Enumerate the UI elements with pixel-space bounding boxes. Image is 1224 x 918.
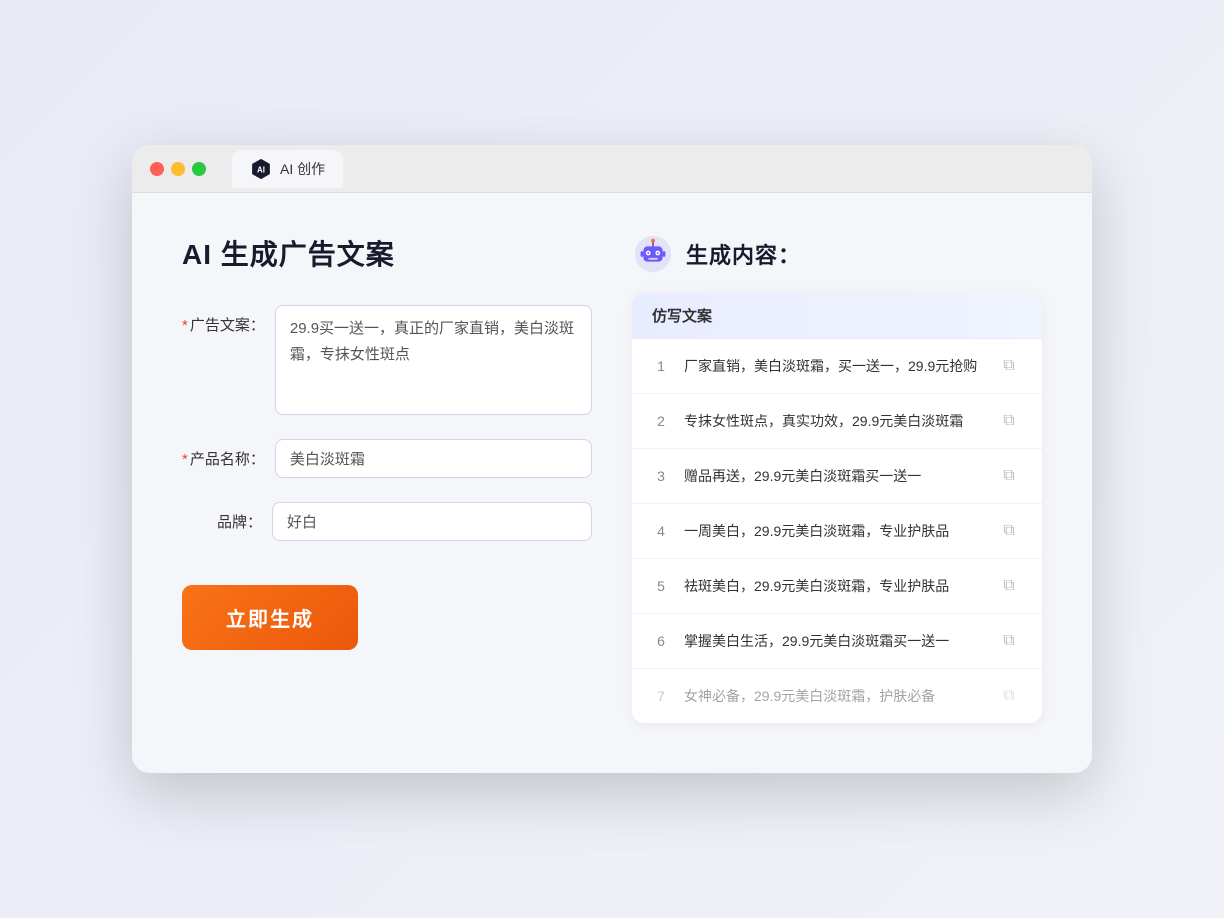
close-button[interactable] bbox=[150, 162, 164, 176]
right-panel: 生成内容： 仿写文案 1 厂家直销，美白淡斑霜，买一送一，29.9元抢购 ⧉ 2… bbox=[632, 233, 1042, 723]
ad-copy-input[interactable] bbox=[275, 305, 592, 415]
robot-icon bbox=[632, 233, 674, 275]
browser-titlebar: AI AI 创作 bbox=[132, 145, 1092, 193]
browser-window: AI AI 创作 AI 生成广告文案 *广告文案： *产品名称： bbox=[132, 145, 1092, 773]
copy-button[interactable]: ⧉ bbox=[996, 463, 1022, 489]
results-header: 仿写文案 bbox=[632, 293, 1042, 339]
maximize-button[interactable] bbox=[192, 162, 206, 176]
results-list: 1 厂家直销，美白淡斑霜，买一送一，29.9元抢购 ⧉ 2 专抹女性斑点，真实功… bbox=[632, 339, 1042, 723]
result-item: 5 祛斑美白，29.9元美白淡斑霜，专业护肤品 ⧉ bbox=[632, 559, 1042, 614]
browser-content: AI 生成广告文案 *广告文案： *产品名称： 品牌： bbox=[132, 193, 1092, 773]
result-text: 女神必备，29.9元美白淡斑霜，护肤必备 bbox=[684, 685, 982, 707]
ad-copy-label: *广告文案： bbox=[182, 305, 265, 338]
brand-input[interactable] bbox=[272, 502, 592, 541]
result-number: 6 bbox=[652, 633, 670, 649]
product-name-input[interactable] bbox=[275, 439, 592, 478]
result-text: 厂家直销，美白淡斑霜，买一送一，29.9元抢购 bbox=[684, 355, 982, 377]
right-header: 生成内容： bbox=[632, 233, 1042, 275]
generate-button[interactable]: 立即生成 bbox=[182, 585, 358, 650]
result-number: 1 bbox=[652, 358, 670, 374]
copy-button[interactable]: ⧉ bbox=[996, 628, 1022, 654]
result-number: 2 bbox=[652, 413, 670, 429]
result-item: 3 赠品再送，29.9元美白淡斑霜买一送一 ⧉ bbox=[632, 449, 1042, 504]
product-name-label: *产品名称： bbox=[182, 439, 265, 472]
result-number: 7 bbox=[652, 688, 670, 704]
copy-button[interactable]: ⧉ bbox=[996, 353, 1022, 379]
right-title: 生成内容： bbox=[686, 238, 801, 270]
result-number: 4 bbox=[652, 523, 670, 539]
copy-button[interactable]: ⧉ bbox=[996, 518, 1022, 544]
result-number: 5 bbox=[652, 578, 670, 594]
copy-button[interactable]: ⧉ bbox=[996, 683, 1022, 709]
results-panel: 仿写文案 1 厂家直销，美白淡斑霜，买一送一，29.9元抢购 ⧉ 2 专抹女性斑… bbox=[632, 293, 1042, 723]
ai-tab[interactable]: AI AI 创作 bbox=[232, 150, 343, 188]
svg-text:AI: AI bbox=[257, 165, 265, 174]
result-text: 一周美白，29.9元美白淡斑霜，专业护肤品 bbox=[684, 520, 982, 542]
required-star-2: * bbox=[182, 451, 188, 468]
copy-button[interactable]: ⧉ bbox=[996, 408, 1022, 434]
page-title: AI 生成广告文案 bbox=[182, 233, 592, 273]
result-item: 7 女神必备，29.9元美白淡斑霜，护肤必备 ⧉ bbox=[632, 669, 1042, 723]
tab-label: AI 创作 bbox=[280, 159, 325, 179]
required-star: * bbox=[182, 317, 188, 334]
traffic-lights bbox=[150, 162, 206, 176]
result-item: 1 厂家直销，美白淡斑霜，买一送一，29.9元抢购 ⧉ bbox=[632, 339, 1042, 394]
product-name-row: *产品名称： bbox=[182, 439, 592, 478]
result-text: 赠品再送，29.9元美白淡斑霜买一送一 bbox=[684, 465, 982, 487]
brand-label: 品牌： bbox=[182, 502, 262, 535]
result-item: 6 掌握美白生活，29.9元美白淡斑霜买一送一 ⧉ bbox=[632, 614, 1042, 669]
result-item: 2 专抹女性斑点，真实功效，29.9元美白淡斑霜 ⧉ bbox=[632, 394, 1042, 449]
result-number: 3 bbox=[652, 468, 670, 484]
brand-row: 品牌： bbox=[182, 502, 592, 541]
minimize-button[interactable] bbox=[171, 162, 185, 176]
copy-button[interactable]: ⧉ bbox=[996, 573, 1022, 599]
result-text: 掌握美白生活，29.9元美白淡斑霜买一送一 bbox=[684, 630, 982, 652]
result-text: 祛斑美白，29.9元美白淡斑霜，专业护肤品 bbox=[684, 575, 982, 597]
ad-copy-row: *广告文案： bbox=[182, 305, 592, 415]
result-item: 4 一周美白，29.9元美白淡斑霜，专业护肤品 ⧉ bbox=[632, 504, 1042, 559]
result-text: 专抹女性斑点，真实功效，29.9元美白淡斑霜 bbox=[684, 410, 982, 432]
ai-tab-icon: AI bbox=[250, 158, 272, 180]
left-panel: AI 生成广告文案 *广告文案： *产品名称： 品牌： bbox=[182, 233, 592, 723]
